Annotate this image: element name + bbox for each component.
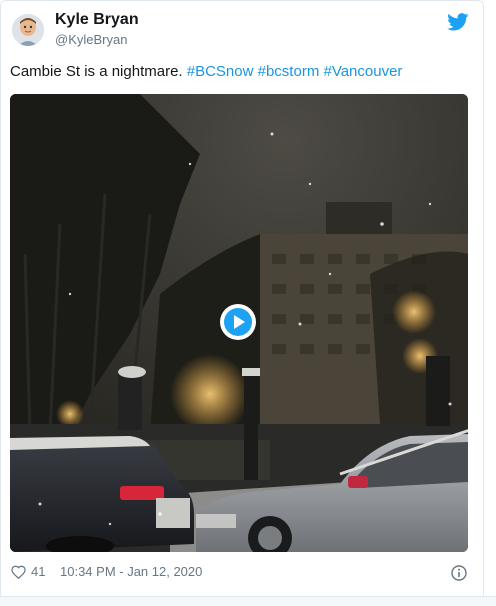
play-icon[interactable] xyxy=(219,303,257,341)
tweet-card: Kyle Bryan @KyleBryan Cambie St is a nig… xyxy=(0,0,484,600)
timestamp[interactable]: 10:34 PM - Jan 12, 2020 xyxy=(60,564,202,579)
twitter-bird-icon[interactable] xyxy=(447,13,469,31)
info-icon[interactable] xyxy=(451,565,467,581)
avatar[interactable] xyxy=(12,14,44,46)
tweet-text: Cambie St is a nightmare. #BCSnow #bcsto… xyxy=(10,63,402,80)
memoji-avatar-icon xyxy=(12,14,44,46)
hashtag-bcsnow[interactable]: #BCSnow xyxy=(187,63,254,80)
like-count[interactable]: 41 xyxy=(31,564,45,579)
hashtag-bcstorm[interactable]: #bcstorm xyxy=(258,63,320,80)
heart-icon[interactable] xyxy=(11,565,26,579)
author-handle[interactable]: @KyleBryan xyxy=(55,32,127,47)
tweet-body: Cambie St is a nightmare. xyxy=(10,63,183,80)
hashtag-vancouver[interactable]: #Vancouver xyxy=(323,63,402,80)
author-name[interactable]: Kyle Bryan xyxy=(55,11,139,29)
